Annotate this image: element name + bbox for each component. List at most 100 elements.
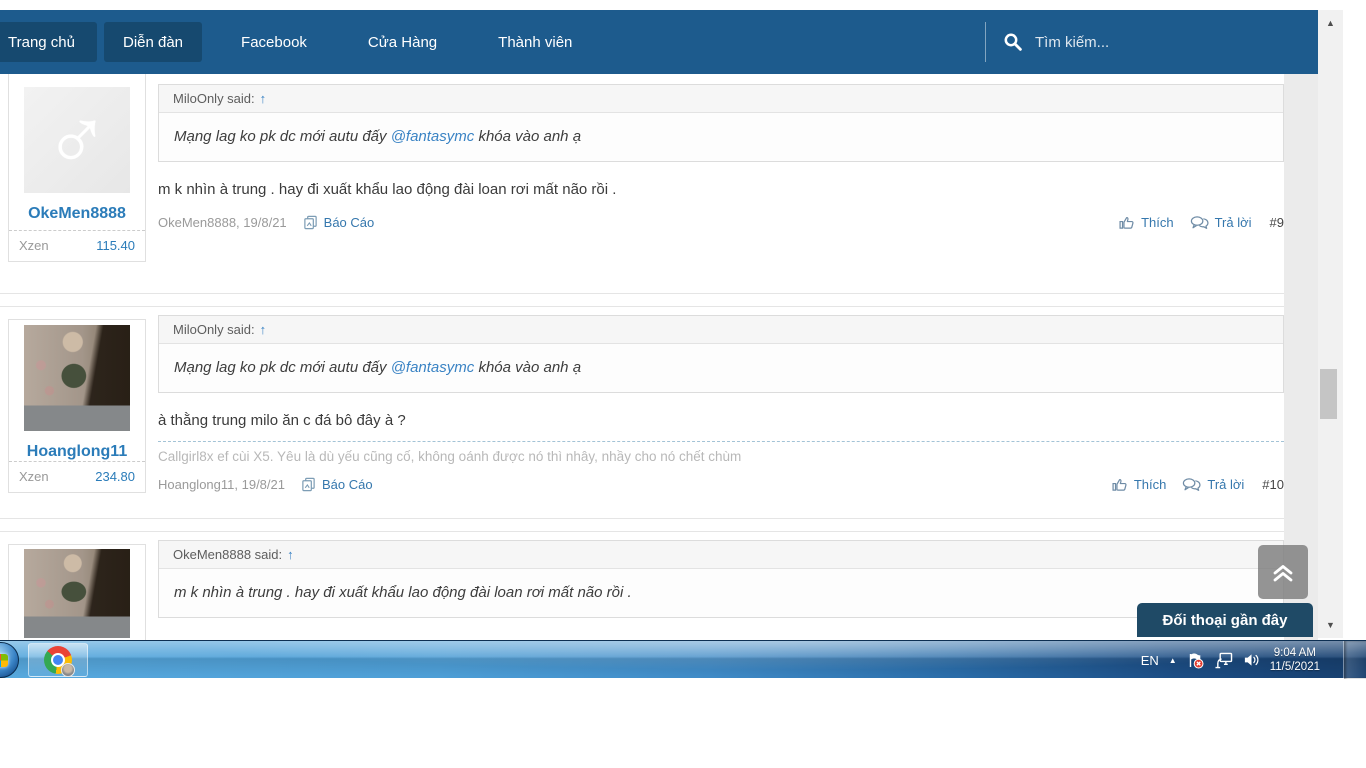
report-label: Báo Cáo — [322, 477, 373, 492]
report-link[interactable]: Báo Cáo — [303, 215, 375, 230]
nav-tab-members[interactable]: Thành viên — [480, 22, 590, 62]
start-button[interactable] — [0, 642, 19, 678]
post-11: OkeMen8888 said: ↑ m k nhìn à trung . ha… — [0, 531, 1284, 640]
report-link[interactable]: Báo Cáo — [301, 477, 373, 492]
taskbar-clock[interactable]: 9:04 AM 11/5/2021 — [1270, 646, 1320, 674]
user-signature: Callgirl8x ef cùi X5. Yêu là dù yếu cũng… — [158, 441, 1284, 464]
windows-taskbar: EN ▲ 9:04 AM 11/5/2021 — [0, 640, 1366, 678]
quote-body: Mạng lag ko pk dc mới autu đấy @fantasym… — [159, 344, 1283, 392]
volume-icon[interactable] — [1243, 652, 1260, 668]
clock-date: 11/5/2021 — [1270, 660, 1320, 674]
mention-link[interactable]: @fantasymc — [391, 359, 475, 376]
quote-jump-arrow-icon[interactable]: ↑ — [260, 322, 267, 337]
scroll-down-icon[interactable]: ▼ — [1318, 614, 1343, 636]
user-photo-avatar[interactable] — [24, 549, 130, 638]
like-label: Thích — [1141, 215, 1174, 230]
male-avatar-icon[interactable]: ♂ — [24, 87, 130, 193]
quote-header[interactable]: OkeMen8888 said: ↑ — [159, 541, 1283, 569]
scrollbar-thumb[interactable] — [1320, 369, 1337, 419]
forum-navbar: Trang chủ Diễn đàn Facebook Cửa Hàng Thà… — [0, 10, 1319, 74]
post-byline[interactable]: Hoanglong11, 19/8/21 — [158, 477, 285, 492]
recent-conversations-button[interactable]: Đối thoại gần đây — [1137, 603, 1313, 637]
author-stat-row: Xzen 234.80 — [9, 461, 145, 492]
stat-label: Xzen — [19, 238, 49, 253]
report-pages-icon — [301, 477, 316, 492]
nav-tab-facebook[interactable]: Facebook — [223, 22, 325, 62]
author-card — [8, 544, 146, 641]
author-card: Hoanglong11 Xzen 234.80 — [8, 319, 146, 493]
quote-block: OkeMen8888 said: ↑ m k nhìn à trung . ha… — [158, 540, 1284, 618]
speech-bubbles-icon — [1190, 215, 1209, 231]
clock-time: 9:04 AM — [1270, 646, 1320, 660]
chrome-taskbar-button[interactable] — [28, 643, 88, 677]
user-photo-avatar[interactable] — [24, 325, 130, 431]
nav-tab-forum[interactable]: Diễn đàn — [104, 22, 202, 62]
desktop-screen: Trang chủ Diễn đàn Facebook Cửa Hàng Thà… — [0, 0, 1366, 768]
stat-value[interactable]: 115.40 — [96, 238, 135, 253]
post-actions: Thích Trả lời #9 — [1102, 214, 1284, 231]
language-indicator[interactable]: EN — [1141, 653, 1159, 668]
speech-bubbles-icon — [1182, 477, 1201, 493]
post-body-text: à thằng trung milo ăn c đá bô đây à ? — [158, 410, 1284, 432]
browser-scrollbar[interactable]: ▲ ▼ — [1318, 10, 1343, 638]
like-link[interactable]: Thích — [1111, 476, 1167, 493]
post-number[interactable]: #10 — [1262, 477, 1284, 492]
like-link[interactable]: Thích — [1118, 214, 1174, 231]
post-message: OkeMen8888 said: ↑ m k nhìn à trung . ha… — [158, 540, 1284, 618]
quote-text: khóa vào anh ạ — [474, 128, 581, 145]
report-label: Báo Cáo — [324, 215, 375, 230]
search-box — [985, 22, 1265, 62]
quote-text: Mạng lag ko pk dc mới autu đấy — [174, 128, 391, 145]
thumbs-up-icon — [1118, 214, 1135, 231]
quote-author: OkeMen8888 said: — [173, 547, 282, 562]
quote-jump-arrow-icon[interactable]: ↑ — [260, 91, 267, 106]
reply-label: Trả lời — [1215, 215, 1252, 230]
quote-text: m k nhìn à trung . hay đi xuất khẩu lao … — [174, 584, 632, 601]
post-message: MiloOnly said: ↑ Mạng lag ko pk dc mới a… — [158, 315, 1284, 493]
stat-value[interactable]: 234.80 — [95, 469, 135, 484]
post-footer: OkeMen8888, 19/8/21 Báo Cáo Thích Trả lờ… — [158, 214, 1284, 231]
action-center-flag-icon[interactable] — [1187, 652, 1204, 669]
scroll-up-icon[interactable]: ▲ — [1318, 12, 1343, 34]
search-icon[interactable] — [1003, 32, 1023, 52]
show-hidden-icons-icon[interactable]: ▲ — [1169, 656, 1177, 665]
post-number[interactable]: #9 — [1270, 215, 1284, 230]
quote-text: Mạng lag ko pk dc mới autu đấy — [174, 359, 391, 376]
quote-body: m k nhìn à trung . hay đi xuất khẩu lao … — [159, 569, 1283, 617]
author-stat-row: Xzen 115.40 — [9, 230, 145, 261]
reply-link[interactable]: Trả lời — [1182, 477, 1244, 493]
nav-tab-home[interactable]: Trang chủ — [0, 22, 97, 62]
reply-link[interactable]: Trả lời — [1190, 215, 1252, 231]
system-tray: EN ▲ 9:04 AM 11/5/2021 — [1141, 641, 1320, 679]
quote-header[interactable]: MiloOnly said: ↑ — [159, 85, 1283, 113]
quote-body: Mạng lag ko pk dc mới autu đấy @fantasym… — [159, 113, 1283, 161]
post-byline[interactable]: OkeMen8888, 19/8/21 — [158, 215, 287, 230]
quote-jump-arrow-icon[interactable]: ↑ — [287, 547, 294, 562]
show-desktop-button[interactable] — [1343, 641, 1366, 679]
quote-block: MiloOnly said: ↑ Mạng lag ko pk dc mới a… — [158, 315, 1284, 393]
chrome-icon — [44, 646, 72, 674]
quote-block: MiloOnly said: ↑ Mạng lag ko pk dc mới a… — [158, 84, 1284, 162]
report-pages-icon — [303, 215, 318, 230]
thread-content: ♂ OkeMen8888 Xzen 115.40 MiloOnly said: … — [0, 74, 1284, 640]
post-10: Hoanglong11 Xzen 234.80 MiloOnly said: ↑… — [0, 306, 1284, 519]
quote-header[interactable]: MiloOnly said: ↑ — [159, 316, 1283, 344]
search-input[interactable] — [1035, 34, 1265, 51]
windows-logo-icon — [0, 654, 8, 667]
reply-label: Trả lời — [1207, 477, 1244, 492]
post-footer: Hoanglong11, 19/8/21 Báo Cáo Thích Trả l… — [158, 476, 1284, 493]
stat-label: Xzen — [19, 469, 49, 484]
chrome-profile-badge — [61, 663, 75, 677]
mention-link[interactable]: @fantasymc — [391, 128, 475, 145]
quote-author: MiloOnly said: — [173, 322, 255, 337]
nav-tab-shop[interactable]: Cửa Hàng — [350, 22, 455, 62]
like-label: Thích — [1134, 477, 1167, 492]
post-9: ♂ OkeMen8888 Xzen 115.40 MiloOnly said: … — [0, 74, 1284, 294]
quote-text: khóa vào anh ạ — [474, 359, 581, 376]
thumbs-up-icon — [1111, 476, 1128, 493]
post-body-text: m k nhìn à trung . hay đi xuất khẩu lao … — [158, 179, 1284, 201]
network-icon[interactable] — [1214, 652, 1233, 669]
author-username[interactable]: Hoanglong11 — [9, 443, 145, 461]
author-username[interactable]: OkeMen8888 — [9, 205, 145, 223]
scroll-to-top-button[interactable] — [1258, 545, 1308, 599]
